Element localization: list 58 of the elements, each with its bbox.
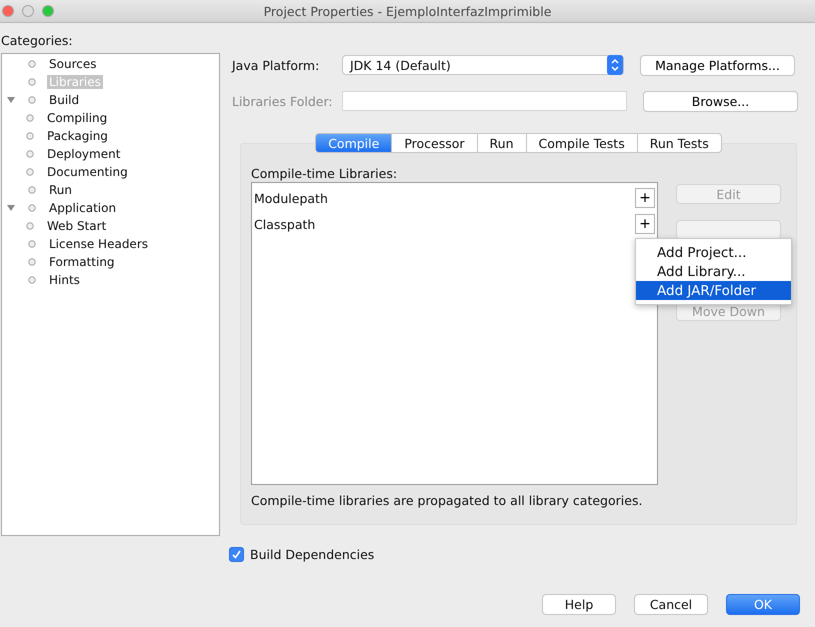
tab[interactable]: Run Tests: [638, 133, 722, 153]
tab[interactable]: Compile: [315, 133, 392, 153]
zoom-button[interactable]: [42, 5, 54, 17]
minimize-button[interactable]: [22, 5, 34, 17]
menu-item[interactable]: Add Project...: [636, 243, 791, 262]
bullet-icon: [28, 60, 36, 68]
tree-item[interactable]: Sources: [47, 57, 98, 71]
manage-platforms-button[interactable]: Manage Platforms...: [640, 54, 795, 76]
platform-dropdown[interactable]: JDK 14 (Default): [342, 55, 624, 75]
checkbox-label: Build Dependencies: [250, 547, 374, 562]
checkbox[interactable]: [229, 547, 244, 562]
tree-item[interactable]: Hints: [47, 273, 82, 287]
menu-item[interactable]: Add JAR/Folder: [636, 281, 791, 300]
tree-item[interactable]: Documenting: [45, 165, 130, 179]
tree-item[interactable]: Formatting: [47, 255, 117, 269]
bullet-icon: [28, 78, 36, 86]
close-button[interactable]: [2, 5, 14, 17]
tree-item[interactable]: Deployment: [45, 147, 122, 161]
dropdown-arrows-icon: [607, 55, 623, 75]
tree-item[interactable]: Application: [47, 201, 118, 215]
bullet-icon: [26, 132, 34, 140]
dialog-button[interactable]: Help: [542, 594, 616, 615]
categories-label: Categories:: [0, 33, 74, 50]
note-text: Compile-time libraries are propagated to all library categories.: [251, 493, 644, 508]
bullet-icon: [28, 276, 36, 284]
expanded-triangle-icon[interactable]: [6, 96, 16, 104]
bullet-icon: [28, 240, 36, 248]
bullet-icon: [28, 96, 36, 104]
list-item[interactable]: Classpath: [254, 216, 316, 232]
tree-item[interactable]: Run: [47, 183, 74, 197]
bullet-icon: [28, 204, 36, 212]
bullet-icon: [26, 114, 34, 122]
side-button[interactable]: [676, 220, 781, 240]
tab[interactable]: Compile Tests: [526, 133, 638, 153]
dialog-button[interactable]: Cancel: [634, 594, 708, 615]
expanded-triangle-icon[interactable]: [6, 204, 16, 212]
tab[interactable]: Run: [478, 133, 526, 153]
field-label: Libraries Folder:: [232, 94, 334, 108]
tree-item[interactable]: Build: [47, 93, 82, 107]
tree-item[interactable]: License Headers: [47, 237, 150, 251]
bullet-icon: [28, 186, 36, 194]
checkmark-icon: [232, 550, 241, 559]
section-label: Compile-time Libraries:: [251, 166, 398, 182]
bullet-icon: [26, 168, 34, 176]
add-button[interactable]: +: [635, 214, 655, 234]
bullet-icon: [26, 150, 34, 158]
tree-item[interactable]: Web Start: [45, 219, 108, 233]
tab[interactable]: Processor: [392, 133, 478, 153]
list-item[interactable]: Modulepath: [254, 190, 328, 206]
tree-item[interactable]: Packaging: [45, 129, 110, 143]
add-button[interactable]: +: [635, 188, 655, 208]
tree-item[interactable]: Compiling: [45, 111, 110, 125]
bullet-icon: [26, 222, 34, 230]
bullet-icon: [28, 258, 36, 266]
window-title: Project Properties - EjemploInterfazImprimible: [262, 4, 552, 18]
field-label: Java Platform:: [232, 58, 320, 72]
menu-item[interactable]: Add Library...: [636, 262, 791, 281]
input-field[interactable]: [342, 91, 627, 111]
